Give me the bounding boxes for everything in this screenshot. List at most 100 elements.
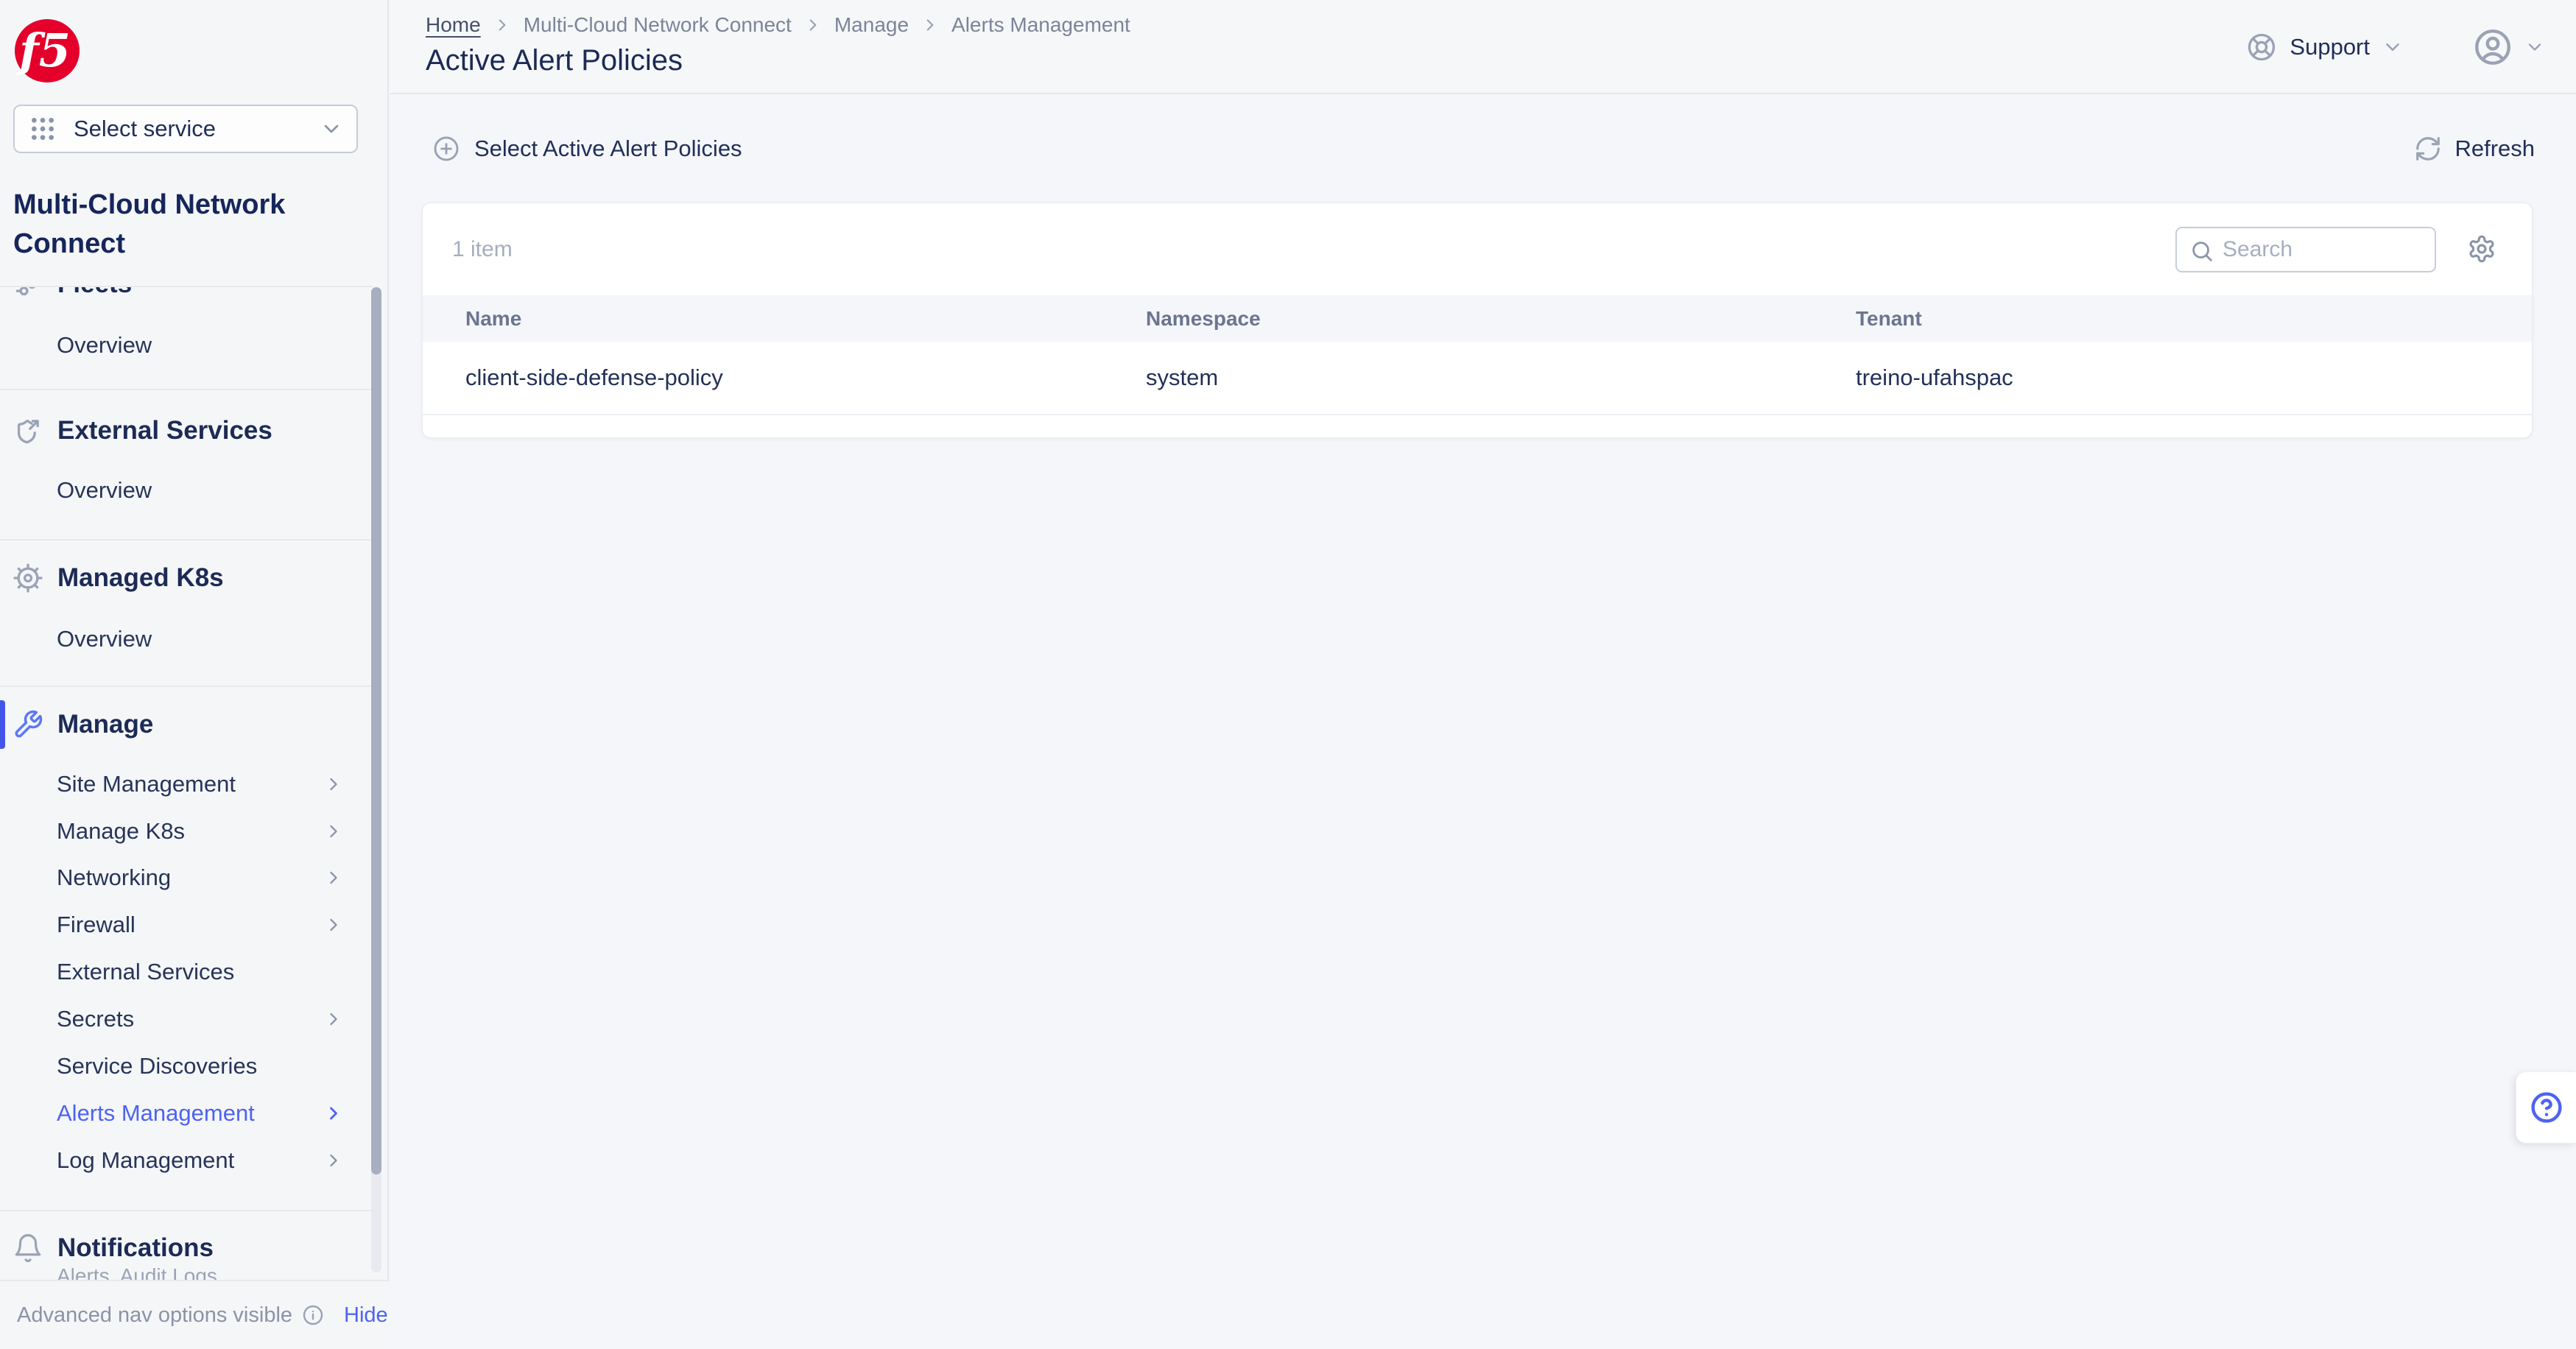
support-menu[interactable]: Support: [2245, 31, 2404, 63]
info-circle-icon[interactable]: [301, 1303, 325, 1327]
sidebar-section-managed-k8s[interactable]: Managed K8s: [0, 554, 389, 602]
service-selector[interactable]: Select service: [13, 105, 358, 153]
divider: [0, 539, 373, 540]
sidebar-item-networking[interactable]: Networking: [57, 854, 351, 901]
breadcrumb-alerts-management: Alerts Management: [951, 13, 1130, 37]
sidebar-section-fleets[interactable]: Fleets: [0, 287, 389, 308]
sidebar-item-log-management[interactable]: Log Management: [57, 1137, 351, 1184]
item-label: Overview: [57, 332, 152, 359]
item-label: Alerts Management: [57, 1100, 255, 1127]
advanced-nav-status: Advanced nav options visible: [17, 1303, 292, 1328]
item-label: Manage K8s: [57, 818, 185, 845]
breadcrumb: Home Multi-Cloud Network Connect Manage …: [426, 13, 1130, 37]
chevron-right-icon: [323, 774, 344, 795]
chevron-right-icon: [323, 1150, 344, 1171]
select-active-alert-policies-button[interactable]: Select Active Alert Policies: [432, 94, 742, 202]
bell-icon: [11, 1233, 45, 1264]
chevron-right-icon: [323, 867, 344, 888]
sidebar-nav-scroll: Fleets Overview External Services Overvi…: [0, 287, 389, 1280]
table-search: [2175, 227, 2436, 272]
item-label: Overview: [57, 477, 152, 504]
table-settings-button[interactable]: [2466, 233, 2498, 265]
breadcrumb-manage[interactable]: Manage: [834, 13, 909, 37]
item-label: Networking: [57, 864, 171, 891]
section-label: Managed K8s: [57, 563, 224, 593]
table-toolbar: 1 item: [423, 203, 2532, 295]
item-label: Site Management: [57, 771, 236, 797]
table-header-row: Name Namespace Tenant: [423, 295, 2532, 342]
divider: [0, 686, 373, 687]
search-icon: [2189, 239, 2214, 267]
cell-tenant: treino-ufahspac: [1856, 342, 2013, 414]
item-label: Overview: [57, 626, 152, 652]
notifications-subtitle: Alerts, Audit Logs: [57, 1264, 217, 1280]
sidebar-item-site-management[interactable]: Site Management: [57, 761, 351, 808]
sidebar-item-service-discoveries[interactable]: Service Discoveries: [57, 1043, 351, 1090]
table-row[interactable]: client-side-defense-policy system treino…: [423, 342, 2532, 415]
life-buoy-icon: [2245, 31, 2278, 63]
sidebar-item-managed-k8s-overview[interactable]: Overview: [57, 616, 351, 663]
item-label: Service Discoveries: [57, 1053, 257, 1079]
sidebar-item-firewall[interactable]: Firewall: [57, 901, 351, 948]
breadcrumb-home[interactable]: Home: [426, 13, 481, 37]
user-circle-icon: [2471, 26, 2514, 68]
sidebar-title: Multi-Cloud Network Connect: [13, 186, 330, 264]
refresh-icon: [2414, 135, 2442, 163]
sidebar-footer: Advanced nav options visible Hide: [0, 1280, 389, 1349]
item-label: Log Management: [57, 1147, 234, 1174]
hide-advanced-nav-link[interactable]: Hide: [344, 1303, 388, 1328]
search-input[interactable]: [2223, 228, 2429, 271]
chevron-down-icon: [320, 117, 343, 141]
sidebar: f5 Select service Multi-Cloud Network Co…: [0, 0, 389, 1349]
column-header-namespace: Namespace: [1146, 295, 1261, 342]
wrench-icon: [11, 709, 45, 740]
sidebar-section-manage[interactable]: Manage: [0, 701, 389, 748]
chevron-right-icon: [323, 1103, 344, 1124]
helm-icon: [11, 562, 45, 594]
sidebar-scrollbar-thumb[interactable]: [371, 287, 381, 1174]
item-count: 1 item: [452, 203, 513, 295]
service-selector-label: Select service: [74, 116, 216, 142]
account-menu[interactable]: [2471, 26, 2545, 68]
chevron-right-icon: [921, 15, 940, 35]
section-label: Notifications: [57, 1233, 214, 1263]
chevron-right-icon: [323, 915, 344, 935]
help-button[interactable]: [2516, 1071, 2576, 1144]
select-button-label: Select Active Alert Policies: [474, 135, 742, 162]
item-label: Secrets: [57, 1006, 134, 1032]
cell-namespace: system: [1146, 342, 1218, 414]
page-header: Home Multi-Cloud Network Connect Manage …: [390, 0, 2576, 94]
section-label: Manage: [57, 710, 153, 739]
content-toolbar: Select Active Alert Policies Refresh: [390, 94, 2576, 202]
f5-logo-text: f5: [19, 28, 75, 74]
divider: [0, 1210, 373, 1211]
sidebar-item-external-services[interactable]: External Services: [57, 948, 351, 996]
sidebar-scrollbar[interactable]: [371, 287, 381, 1272]
plus-circle-icon: [432, 135, 460, 163]
sidebar-section-external-services[interactable]: External Services: [0, 407, 389, 454]
refresh-button[interactable]: Refresh: [2414, 94, 2535, 202]
alert-policies-table-card: 1 item Name: [422, 202, 2533, 438]
section-label: Fleets: [57, 287, 132, 299]
f5-logo[interactable]: f5: [15, 19, 80, 82]
app-root: f5 Select service Multi-Cloud Network Co…: [0, 0, 2576, 1349]
cell-name[interactable]: client-side-defense-policy: [465, 342, 723, 414]
gear-icon: [2467, 234, 2496, 264]
column-header-name: Name: [465, 295, 521, 342]
sidebar-item-manage-k8s[interactable]: Manage K8s: [57, 808, 351, 855]
sidebar-item-alerts-management[interactable]: Alerts Management: [57, 1090, 351, 1137]
breadcrumb-mcn-connect[interactable]: Multi-Cloud Network Connect: [524, 13, 792, 37]
main-area: Home Multi-Cloud Network Connect Manage …: [390, 0, 2576, 1349]
chevron-right-icon: [493, 15, 512, 35]
chevron-down-icon: [2382, 36, 2404, 58]
section-label: External Services: [57, 416, 272, 445]
support-label: Support: [2290, 34, 2370, 60]
question-circle-icon: [2529, 1090, 2564, 1125]
chevron-right-icon: [323, 1009, 344, 1029]
divider: [0, 389, 373, 390]
sidebar-item-external-services-overview[interactable]: Overview: [57, 467, 351, 514]
shield-arrow-icon: [11, 415, 45, 447]
sidebar-item-fleets-overview[interactable]: Overview: [57, 322, 351, 369]
refresh-label: Refresh: [2454, 135, 2535, 162]
sidebar-item-secrets[interactable]: Secrets: [57, 996, 351, 1043]
